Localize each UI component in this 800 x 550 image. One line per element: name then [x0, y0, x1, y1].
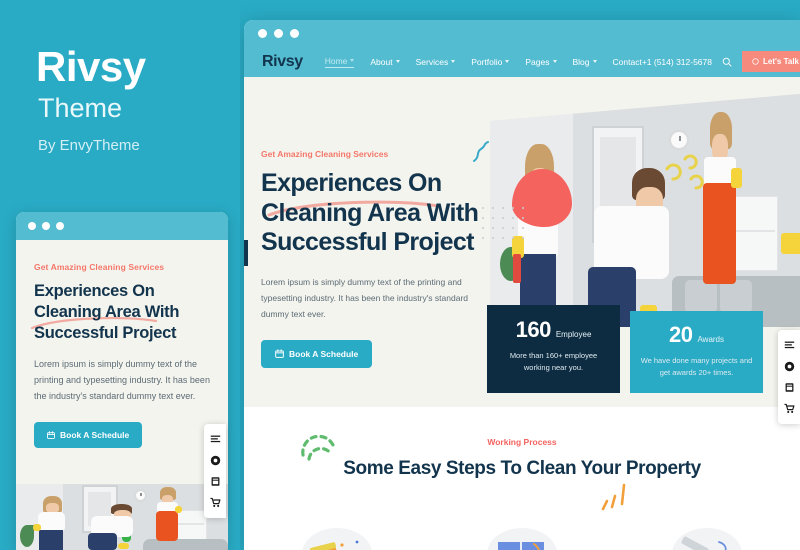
- stat-card-employee: 160 Employee More than 160+ employee wor…: [487, 305, 620, 393]
- nav-label-portfolio: Portfolio: [471, 56, 503, 67]
- mobile-hero-heading: Experiences On Cleaning Area With Succes…: [34, 282, 180, 343]
- book-schedule-button[interactable]: Book A Schedule: [261, 339, 373, 368]
- stat-card-awards: 20 Awards We have done many projects and…: [630, 311, 763, 393]
- mobile-hero-photo: [16, 484, 228, 550]
- brand-title: Rivsy: [36, 43, 146, 90]
- chevron-down-icon: [451, 60, 456, 63]
- left-floating-toolbar[interactable]: [204, 424, 226, 518]
- nav-item-contact[interactable]: Contact: [613, 57, 642, 67]
- window-dot-minimize[interactable]: [274, 28, 283, 38]
- book-icon[interactable]: [778, 377, 800, 398]
- book-icon[interactable]: [204, 471, 226, 492]
- decorative-tick-marks: [601, 483, 626, 511]
- window-dot-close[interactable]: [28, 222, 36, 230]
- browser-preview-window: Rivsy Home About Services Portfolio Page…: [244, 20, 800, 550]
- mobile-hero-eyebrow: Get Amazing Cleaning Services: [34, 262, 165, 272]
- hero-text-block: Get Amazing Cleaning Services Experience…: [261, 149, 496, 368]
- nav-label-about: About: [370, 56, 393, 67]
- chevron-down-icon: [592, 60, 597, 63]
- header-right-group: +1 (514) 312-5678 Let's Talk: [642, 51, 800, 72]
- brand-author: By EnvyTheme: [38, 137, 140, 154]
- window-dot-close[interactable]: [258, 28, 267, 38]
- nav-label-contact: Contact: [612, 56, 642, 67]
- decorative-c-shapes: [665, 154, 704, 190]
- working-process-section: Working Process Some Easy Steps To Clean…: [244, 407, 800, 550]
- stat-employee-label: Employee: [555, 330, 592, 339]
- nav-label-blog: Blog: [572, 56, 590, 67]
- site-header: Rivsy Home About Services Portfolio Page…: [244, 46, 800, 77]
- mobile-preview-titlebar: [16, 212, 228, 240]
- nav-item-portfolio[interactable]: Portfolio: [471, 56, 510, 67]
- nav-item-about[interactable]: About: [370, 56, 400, 67]
- lets-talk-label: Let's Talk: [763, 57, 799, 66]
- main-navigation: Home About Services Portfolio Pages Blog: [324, 55, 642, 68]
- stat-employee-top: 160 Employee: [497, 317, 610, 343]
- hero-section: Get Amazing Cleaning Services Experience…: [244, 77, 800, 407]
- nav-item-home[interactable]: Home: [324, 55, 355, 68]
- hero-heading: Experiences On Cleaning Area With Succes…: [261, 169, 479, 256]
- nav-label-services: Services: [415, 56, 449, 67]
- chevron-down-icon: [395, 60, 400, 63]
- chat-icon: [752, 58, 759, 65]
- hero-eyebrow: Get Amazing Cleaning Services: [261, 149, 389, 159]
- decorative-bar: [244, 240, 248, 266]
- cart-icon[interactable]: [204, 492, 226, 513]
- stat-employee-description: More than 160+ employee working near you…: [509, 351, 598, 373]
- process-art-window: [497, 542, 544, 550]
- hero-paragraph: Lorem ipsum is simply dummy text of the …: [261, 276, 469, 319]
- nav-item-pages[interactable]: Pages: [525, 56, 557, 67]
- mobile-preview-window: Get Amazing Cleaning Services Experience…: [16, 212, 228, 550]
- calendar-icon: [275, 349, 284, 359]
- stat-awards-top: 20 Awards: [640, 322, 753, 348]
- process-card-1[interactable]: [277, 522, 397, 550]
- process-card-2[interactable]: [462, 522, 582, 550]
- right-floating-toolbar[interactable]: [778, 330, 800, 424]
- browser-titlebar: [244, 20, 800, 46]
- cart-icon[interactable]: [778, 398, 800, 419]
- stat-employee-number: 160: [515, 317, 552, 342]
- chevron-down-icon: [552, 60, 557, 63]
- chevron-down-icon: [505, 60, 510, 63]
- process-art-broom: [309, 540, 359, 550]
- calendar-icon: [47, 430, 55, 439]
- nav-label-pages: Pages: [525, 56, 550, 67]
- nav-item-services[interactable]: Services: [416, 57, 456, 67]
- header-phone-number[interactable]: +1 (514) 312-5678: [642, 57, 712, 67]
- stat-awards-description: We have done many projects and get award…: [640, 356, 753, 378]
- chevron-down-icon: [350, 59, 355, 62]
- list-icon[interactable]: [778, 335, 800, 356]
- nav-item-blog[interactable]: Blog: [573, 57, 597, 67]
- nav-label-home: Home: [324, 55, 348, 66]
- decorative-arc-dots: [301, 434, 335, 461]
- process-illustration-row: [244, 520, 800, 550]
- mobile-preview-content: Get Amazing Cleaning Services Experience…: [16, 240, 228, 550]
- stat-awards-label: Awards: [697, 335, 724, 344]
- lets-talk-button[interactable]: Let's Talk: [742, 51, 800, 72]
- site-logo[interactable]: Rivsy: [262, 53, 303, 71]
- mobile-book-schedule-button[interactable]: Book A Schedule: [34, 421, 143, 448]
- stat-awards-number: 20: [668, 322, 693, 347]
- mobile-book-schedule-label: Book A Schedule: [60, 429, 130, 440]
- window-dot-maximize[interactable]: [56, 222, 64, 230]
- window-dot-minimize[interactable]: [42, 222, 50, 230]
- window-dot-maximize[interactable]: [290, 28, 299, 38]
- book-schedule-label: Book A Schedule: [289, 348, 359, 359]
- brand-subtitle: Theme: [38, 93, 123, 123]
- list-icon[interactable]: [204, 429, 226, 450]
- process-art-squeegee: [681, 536, 727, 550]
- mobile-hero-paragraph: Lorem ipsum is simply dummy text of the …: [34, 359, 210, 401]
- target-icon[interactable]: [204, 450, 226, 471]
- process-card-3[interactable]: [647, 522, 767, 550]
- search-icon[interactable]: [722, 57, 732, 67]
- target-icon[interactable]: [778, 356, 800, 377]
